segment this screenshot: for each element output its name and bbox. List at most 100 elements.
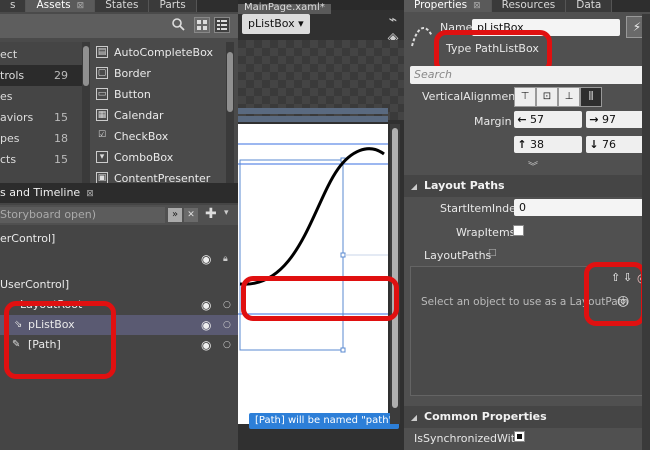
- assets-tabbar: s Assets ⊠ States Parts: [0, 0, 238, 12]
- lock-dot-icon[interactable]: ○: [223, 318, 233, 332]
- lock-dot-icon[interactable]: ○: [223, 298, 233, 312]
- close-icon[interactable]: ⊠: [77, 1, 85, 11]
- breadcrumb[interactable]: pListBox ▾: [242, 14, 310, 34]
- artboard-scrollbar[interactable]: [390, 124, 400, 424]
- panel-header: s and Timeline ⊠: [0, 183, 238, 203]
- items-scrollbar[interactable]: [226, 42, 234, 183]
- asset-item-label: ContentPresenter: [114, 172, 211, 183]
- properties-panel: Properties ⊠ Resources Data Name pListBox…: [404, 0, 650, 450]
- lock-icon[interactable]: 🔒︎: [223, 252, 233, 266]
- category-count: 15: [54, 153, 68, 166]
- align-center-icon[interactable]: ⊡: [536, 87, 558, 107]
- lock-dot-icon[interactable]: ○: [223, 338, 233, 352]
- assets-search-row[interactable]: [0, 14, 238, 38]
- asset-item-label: AutoCompleteBox: [114, 46, 213, 59]
- section-title: Common Properties: [424, 410, 547, 423]
- layout-paths-label: LayoutPaths: [424, 249, 492, 262]
- advanced-options-icon[interactable]: □: [488, 248, 497, 258]
- scrollbar-thumb[interactable]: [227, 52, 233, 112]
- eye-icon[interactable]: ◉: [201, 252, 217, 266]
- autocomplete-icon: ▤: [96, 46, 108, 58]
- margin-left-field[interactable]: ← 57: [514, 111, 582, 128]
- margin-top-field[interactable]: ↑ 38: [514, 136, 582, 153]
- tab-label: Data: [576, 0, 602, 11]
- margin-bottom-field[interactable]: ↓ 76: [586, 136, 650, 153]
- collapse-icon[interactable]: »: [168, 208, 182, 222]
- category-count: 18: [54, 132, 68, 145]
- category-label: trols: [0, 69, 25, 82]
- grid-view-icon[interactable]: [194, 17, 210, 33]
- category-item-shapes[interactable]: pes 18: [0, 128, 82, 149]
- category-item-behaviors[interactable]: aviors 15: [0, 107, 82, 128]
- tab-resources[interactable]: Resources: [491, 0, 567, 12]
- category-label: aviors: [0, 111, 34, 124]
- scrollbar-thumb[interactable]: [83, 46, 89, 86]
- align-bottom-icon[interactable]: ⊥: [558, 87, 580, 107]
- category-item[interactable]: ect: [0, 44, 82, 65]
- close-icon[interactable]: ⊠: [86, 189, 94, 199]
- eye-icon[interactable]: ◉: [201, 298, 217, 312]
- start-item-index-field[interactable]: 0: [514, 199, 646, 216]
- margin-top-value: 38: [530, 138, 544, 151]
- asset-item-checkbox[interactable]: ☑ CheckBox: [92, 126, 228, 147]
- tab-projects[interactable]: s: [0, 0, 27, 12]
- align-stretch-icon[interactable]: ⫼: [580, 87, 602, 107]
- tab-parts[interactable]: Parts: [149, 0, 197, 12]
- category-label: es: [0, 90, 13, 103]
- category-item[interactable]: es: [0, 86, 82, 107]
- margin-right-field[interactable]: → 97: [586, 111, 650, 128]
- collapse-triangle-icon: ◢: [410, 413, 418, 422]
- tree-row-usercontrol-root[interactable]: UserControl]: [0, 275, 238, 295]
- document-tab[interactable]: MainPage.xaml*: [238, 3, 331, 14]
- category-label: pes: [0, 132, 20, 145]
- property-search-input[interactable]: Search: [410, 66, 646, 84]
- align-top-icon[interactable]: ⊤: [514, 87, 536, 107]
- close-icon[interactable]: ⊠: [473, 1, 481, 11]
- properties-tabbar: Properties ⊠ Resources Data: [404, 0, 650, 12]
- asset-item-border[interactable]: ▢ Border: [92, 63, 228, 84]
- tab-label: States: [105, 0, 139, 11]
- panel-title: s and Timeline: [0, 186, 81, 199]
- asset-item-label: Button: [114, 88, 151, 101]
- asset-item-list: ▤ AutoCompleteBox ▢ Border ▭ Button ▦ Calend…: [92, 42, 228, 183]
- eye-icon[interactable]: ◉: [201, 338, 217, 352]
- eye-icon[interactable]: ◉: [201, 318, 217, 332]
- layout-paths-section-header[interactable]: ◢ Layout Paths: [404, 175, 650, 197]
- tab-data[interactable]: Data: [566, 0, 613, 12]
- asset-item-calendar[interactable]: ▦ Calendar: [92, 105, 228, 126]
- category-item-effects[interactable]: cts 15: [0, 149, 82, 170]
- tree-row-label: UserControl]: [0, 278, 70, 291]
- common-properties-section-header[interactable]: ◢ Common Properties: [404, 406, 650, 428]
- asset-item-autocompletebox[interactable]: ▤ AutoCompleteBox: [92, 42, 228, 63]
- is-synchronized-label: IsSynchronizedWit...: [414, 432, 526, 445]
- scrollbar-thumb[interactable]: [392, 128, 398, 408]
- design-canvas: [238, 143, 388, 353]
- wrap-items-checkbox[interactable]: [513, 225, 524, 236]
- add-storyboard-icon[interactable]: ✚: [205, 206, 217, 222]
- chevron-down-icon[interactable]: ▾: [224, 208, 229, 218]
- tree-row-usercontrol[interactable]: erControl]: [0, 229, 238, 249]
- asset-item-button[interactable]: ▭ Button: [92, 84, 228, 105]
- tab-states[interactable]: States: [95, 0, 150, 12]
- category-scrollbar[interactable]: [82, 42, 90, 183]
- tab-assets[interactable]: Assets ⊠: [26, 0, 96, 12]
- storyboard-picker[interactable]: Storyboard open): [0, 207, 165, 223]
- pan-tool-icon[interactable]: ⌁: [383, 12, 403, 32]
- search-icon[interactable]: [171, 17, 187, 33]
- design-surface[interactable]: [Path] will be named "path": [238, 124, 400, 429]
- highlight-annotation: [584, 262, 646, 326]
- tab-properties[interactable]: Properties ⊠: [404, 0, 492, 12]
- is-synchronized-checkbox[interactable]: [514, 431, 525, 442]
- tree-row[interactable]: ◉ 🔒︎: [0, 249, 238, 269]
- list-view-icon[interactable]: [214, 17, 230, 33]
- category-count: 29: [54, 69, 68, 82]
- close-icon[interactable]: ✕: [184, 208, 198, 222]
- asset-item-combobox[interactable]: ▾ ComboBox: [92, 147, 228, 168]
- tab-label: s: [10, 0, 16, 11]
- expand-chevron-icon[interactable]: ︾: [528, 158, 538, 173]
- arrow-left-icon: ←: [517, 113, 527, 126]
- asset-item-contentpresenter[interactable]: ▣ ContentPresenter: [92, 168, 228, 183]
- category-item-controls[interactable]: trols 29: [0, 65, 82, 86]
- properties-scrollbar[interactable]: [642, 14, 650, 450]
- category-label: cts: [0, 153, 17, 166]
